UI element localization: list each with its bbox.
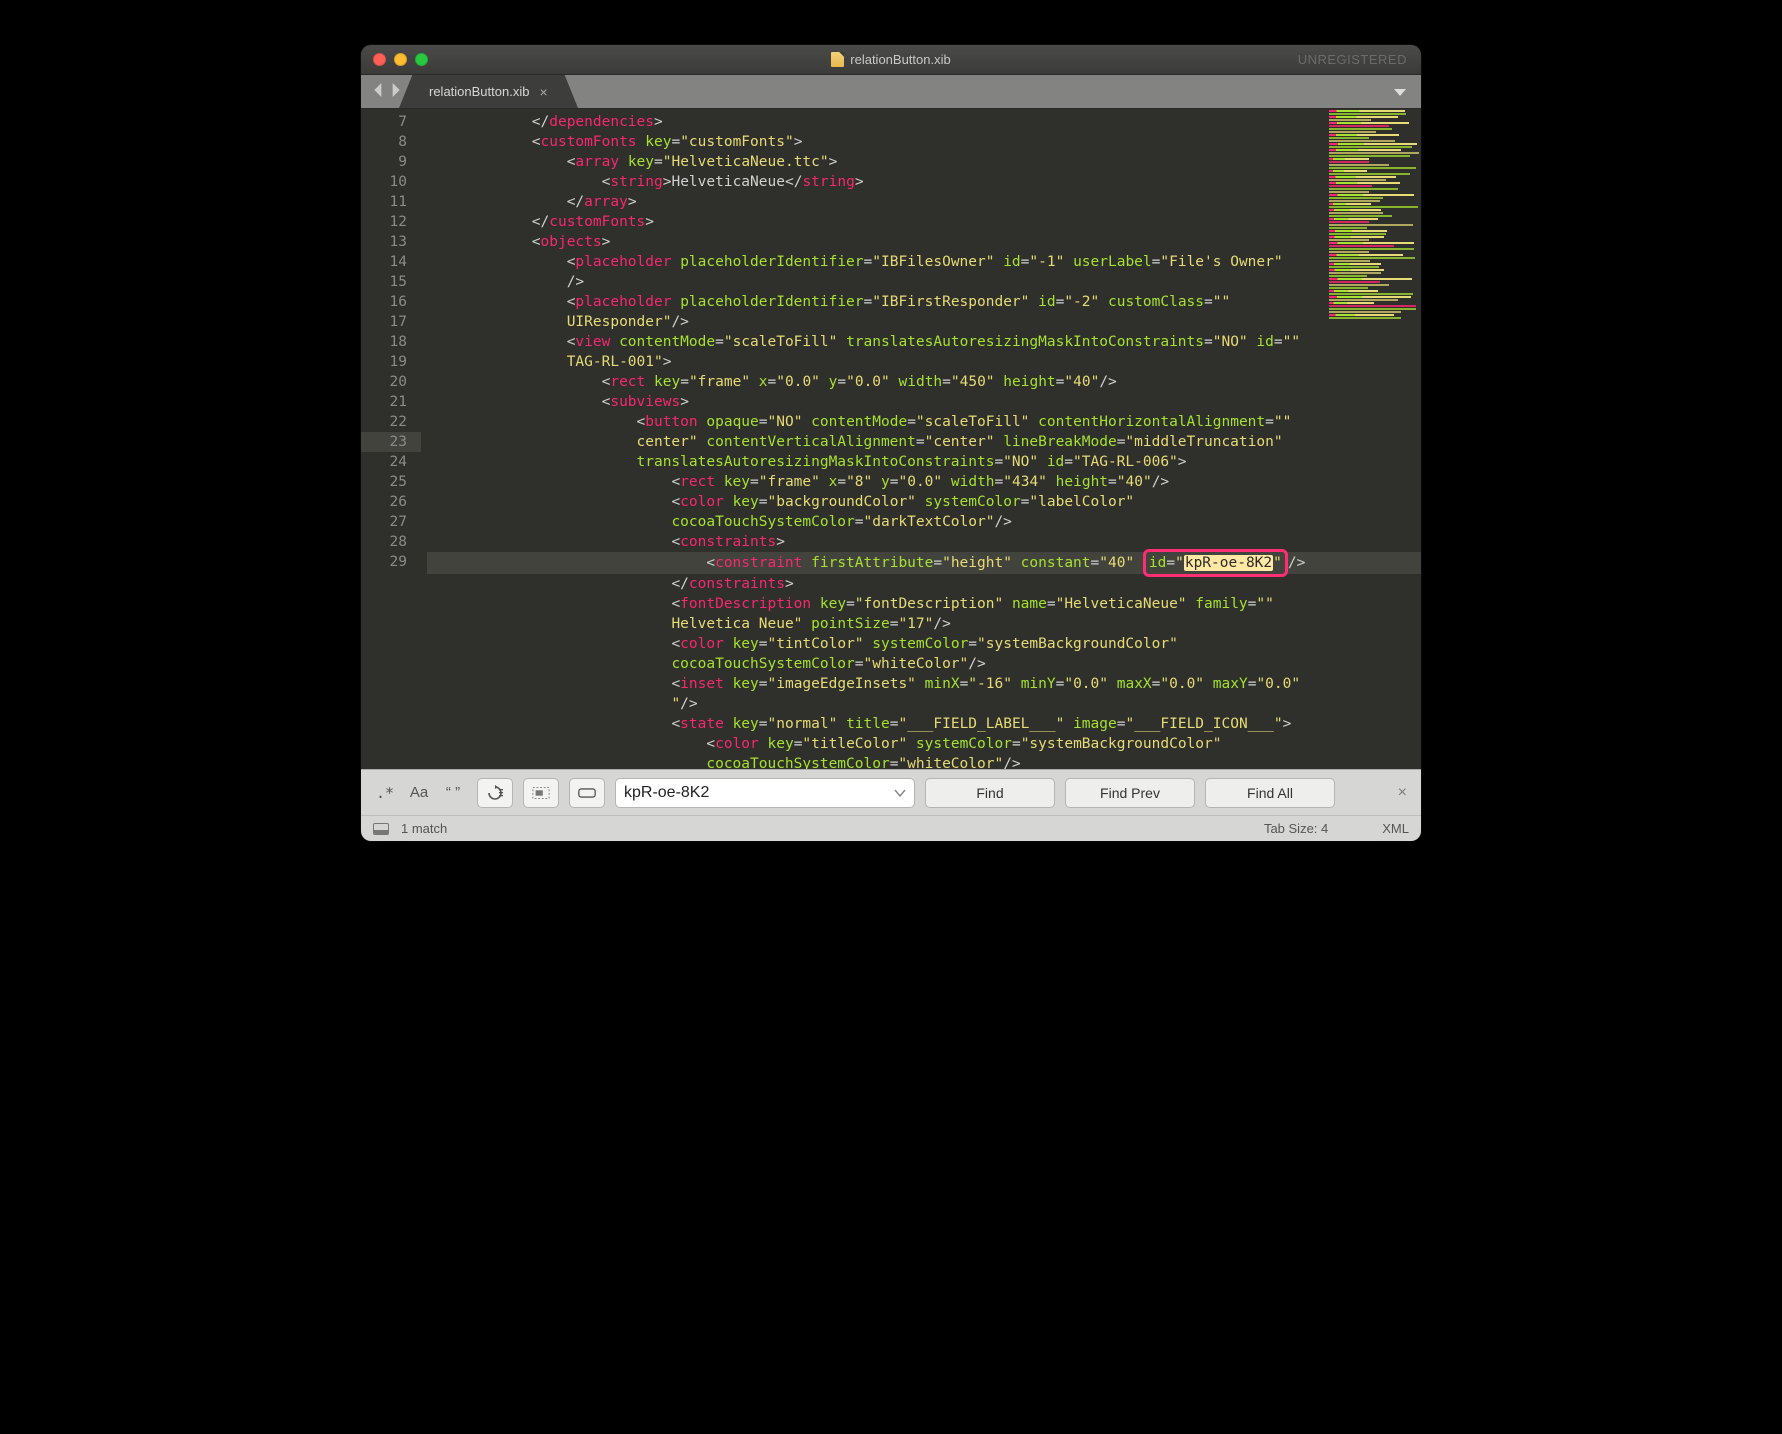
- find-prev-button[interactable]: Find Prev: [1065, 778, 1195, 808]
- editor-window: relationButton.xib UNREGISTERED relation…: [361, 45, 1421, 841]
- status-bar: 1 match Tab Size: 4 XML: [361, 815, 1421, 841]
- find-input-value: kpR-oe-8K2: [624, 784, 709, 802]
- tab-label: relationButton.xib: [429, 84, 529, 99]
- unregistered-label: UNREGISTERED: [1298, 52, 1407, 67]
- find-history-dropdown[interactable]: [894, 784, 906, 802]
- titlebar: relationButton.xib UNREGISTERED: [361, 45, 1421, 75]
- find-all-button[interactable]: Find All: [1205, 778, 1335, 808]
- window-title: relationButton.xib: [361, 52, 1421, 67]
- find-wholeword-toggle[interactable]: “ ”: [439, 779, 467, 807]
- tab-relationbutton[interactable]: relationButton.xib ×: [413, 75, 564, 108]
- tab-size-button[interactable]: Tab Size: 4: [1264, 821, 1328, 836]
- code-editor[interactable]: 7891011121314151617181920212223242526272…: [361, 109, 1421, 769]
- nav-forward-button[interactable]: [389, 82, 401, 101]
- find-regex-toggle[interactable]: .*: [371, 779, 399, 807]
- nav-back-button[interactable]: [373, 82, 385, 101]
- file-icon: [831, 52, 844, 67]
- find-highlight-toggle[interactable]: [569, 778, 605, 808]
- tab-close-button[interactable]: ×: [539, 84, 547, 100]
- find-bar: .* Aa “ ” kpR-oe-8K2 Find Find Prev Fin: [361, 769, 1421, 815]
- line-gutter: 7891011121314151617181920212223242526272…: [361, 109, 421, 769]
- panel-toggle-button[interactable]: [373, 823, 389, 835]
- find-in-selection-toggle[interactable]: [523, 778, 559, 808]
- tab-bar: relationButton.xib ×: [361, 75, 1421, 109]
- match-count: 1 match: [401, 821, 447, 836]
- find-wrap-toggle[interactable]: [477, 778, 513, 808]
- find-case-toggle[interactable]: Aa: [405, 779, 433, 807]
- find-close-button[interactable]: ×: [1394, 784, 1411, 802]
- syntax-button[interactable]: XML: [1382, 821, 1409, 836]
- code-area[interactable]: </dependencies> <customFonts key="custom…: [421, 109, 1421, 769]
- find-next-button[interactable]: Find: [925, 778, 1055, 808]
- find-input[interactable]: kpR-oe-8K2: [615, 778, 915, 808]
- tab-overflow-button[interactable]: [1393, 75, 1421, 108]
- window-title-text: relationButton.xib: [850, 52, 950, 67]
